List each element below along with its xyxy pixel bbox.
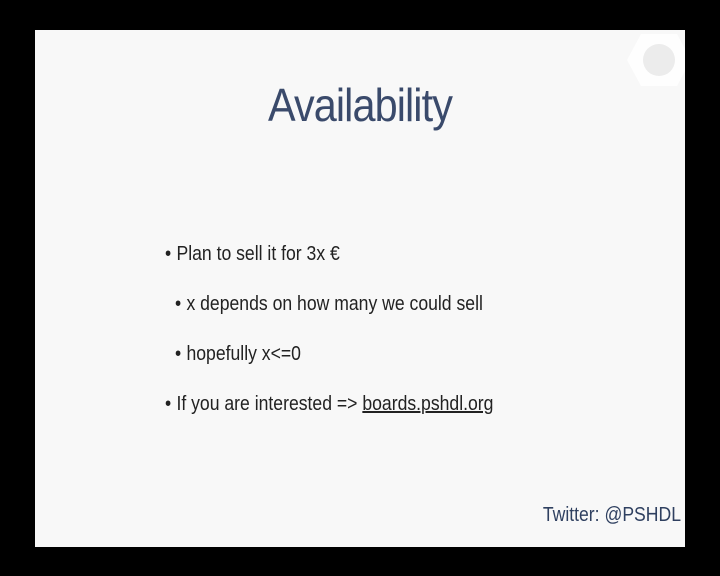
twitter-handle: Twitter: @PSHDL xyxy=(542,504,681,526)
presentation-stage: Availability • Plan to sell it for 3x € •… xyxy=(0,0,720,576)
slide-title: Availability xyxy=(267,79,453,131)
bullet-text: x depends on how many we could sell xyxy=(186,293,483,315)
boards-link[interactable]: boards.pshdl.org xyxy=(362,393,493,415)
bullet-text: hopefully x<=0 xyxy=(186,343,301,365)
bullet-item: • x depends on how many we could sell xyxy=(175,293,483,316)
bullet-dot: • xyxy=(165,393,172,415)
bullet-text: Plan to sell it for 3x € xyxy=(176,243,340,265)
bullet-text: If you are interested => xyxy=(176,393,363,415)
bullet-dot: • xyxy=(165,243,172,265)
bullet-item: • Plan to sell it for 3x € xyxy=(165,243,340,266)
bullet-item: • If you are interested => boards.pshdl.o… xyxy=(165,393,493,416)
slide: Availability • Plan to sell it for 3x € •… xyxy=(35,30,685,547)
bullet-dot: • xyxy=(175,343,182,365)
bullet-dot: • xyxy=(175,293,182,315)
bullet-item: • hopefully x<=0 xyxy=(175,343,301,366)
